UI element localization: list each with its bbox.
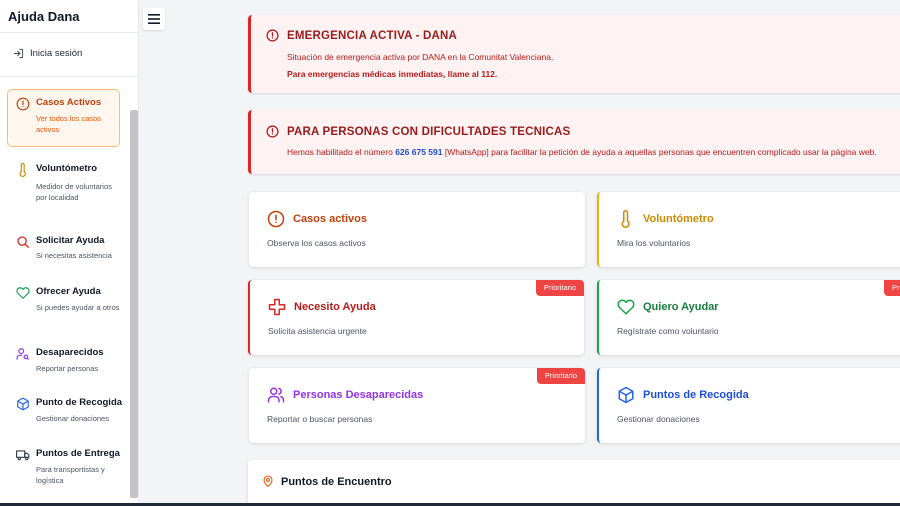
priority-badge: Prioritario [884, 280, 900, 296]
sidebar-item-label: Ofrecer Ayuda [36, 286, 101, 297]
sidebar-item-desc: Reportar personas [36, 364, 99, 373]
sidebar-item-puntos-de-entrega[interactable]: Puntos de Entrega Para transportistas y … [16, 447, 124, 486]
card-desc: Regístrate como voluntario [617, 326, 719, 336]
hamburger-icon [148, 14, 160, 24]
sidebar-scrollbar[interactable] [130, 110, 138, 498]
sidebar-item-desc: Ver todos los casos activos [36, 114, 102, 134]
truck-icon [16, 450, 30, 461]
plus-cross-icon [268, 298, 286, 316]
alert-circle-icon [267, 210, 285, 228]
priority-badge: Prioritario [535, 280, 584, 296]
alert-title: EMERGENCIA ACTIVA - DANA [287, 30, 458, 42]
sidebar-item-label: Desaparecidos [36, 347, 104, 358]
sidebar-divider [0, 76, 138, 77]
map-pin-icon [263, 475, 273, 488]
card-title: Quiero Ayudar [643, 301, 719, 313]
card-title: Necesito Ayuda [294, 301, 376, 313]
alert-emergency-number: Para emergencias médicas inmediatas, lla… [287, 69, 498, 79]
package-icon [17, 397, 29, 411]
card-desc: Solicita asistencia urgente [268, 326, 367, 336]
heart-icon [617, 299, 635, 315]
alert-circle-icon [266, 29, 279, 42]
section-title: Puntos de Encuentro [281, 476, 392, 488]
search-icon [17, 236, 29, 248]
heart-icon [16, 287, 30, 299]
sidebar-item-label: Punto de Recogida [36, 397, 123, 408]
card-quiero-ayudar[interactable]: Quiero Ayudar Regístrate como voluntario… [597, 280, 900, 355]
sidebar-item-casos-activos[interactable]: Casos Activos Ver todos los casos activo… [16, 96, 124, 135]
card-title: Casos activos [293, 213, 367, 225]
sidebar-item-desc: Para transportistas y logística [36, 465, 105, 485]
menu-toggle-button[interactable] [143, 8, 165, 30]
alert-text-after: [WhatsApp] para facilitar la petición de… [442, 147, 877, 157]
sidebar-item-ofrecer-ayuda[interactable]: Ofrecer Ayuda Si puedes ayudar a otros [16, 285, 124, 313]
alert-text-before: Hemos habilitado el número [287, 147, 396, 157]
package-icon [618, 386, 634, 404]
thermometer-icon [621, 210, 630, 228]
users-icon [267, 387, 285, 403]
app-title: Ajuda Dana [0, 0, 138, 33]
alert-title: PARA PERSONAS CON DIFICULTADES TECNICAS [287, 126, 571, 138]
technical-difficulties-alert: PARA PERSONAS CON DIFICULTADES TECNICAS … [248, 110, 900, 174]
sidebar-item-solicitar-ayuda[interactable]: Solicitar Ayuda Si necesitas asistencia [16, 234, 124, 261]
card-desc: Reportar o buscar personas [267, 414, 373, 424]
login-label: Inicia sesión [30, 48, 83, 59]
card-puntos-de-recogida[interactable]: Puntos de Recogida Gestionar donaciones [597, 368, 900, 443]
card-casos-activos[interactable]: Casos activos Observa los casos activos [249, 192, 585, 267]
sidebar-item-label: Solicitar Ayuda [36, 235, 105, 246]
card-necesito-ayuda[interactable]: Necesito Ayuda Solicita asistencia urgen… [248, 280, 584, 355]
card-desc: Observa los casos activos [267, 238, 366, 248]
emergency-alert: EMERGENCIA ACTIVA - DANA Situación de em… [248, 15, 900, 93]
card-title: Puntos de Recogida [643, 389, 749, 401]
sidebar-item-desaparecidos[interactable]: Desaparecidos Reportar personas [16, 346, 124, 374]
sidebar-item-punto-de-recogida[interactable]: Punto de Recogida Gestionar donaciones [16, 396, 124, 424]
sidebar-item-desc: Medidor de voluntarios por localidad [36, 182, 112, 202]
sidebar-item-desc: Si necesitas asistencia [36, 251, 112, 260]
whatsapp-phone-number[interactable]: 626 675 591 [395, 147, 442, 157]
alert-circle-icon [16, 97, 30, 111]
thermometer-icon [19, 163, 26, 177]
card-title: Voluntómetro [643, 213, 714, 225]
sidebar-item-voluntometro[interactable]: Voluntómetro Medidor de voluntarios por … [16, 162, 124, 203]
sidebar-item-desc: Si puedes ayudar a otros [36, 303, 120, 312]
login-icon [13, 48, 24, 59]
alert-text: Situación de emergencia activa por DANA … [287, 52, 554, 62]
card-title: Personas Desaparecidas [293, 389, 424, 401]
login-link[interactable]: Inicia sesión [13, 48, 82, 59]
card-personas-desaparecidas[interactable]: Personas Desaparecidas Reportar o buscar… [249, 368, 585, 443]
card-desc: Mira los voluntarios [617, 238, 691, 248]
priority-badge: Prioritario [536, 368, 585, 384]
sidebar-item-label: Voluntómetro [36, 163, 98, 174]
user-search-icon [16, 348, 29, 360]
card-voluntometro[interactable]: Voluntómetro Mira los voluntarios [597, 192, 900, 267]
alert-text: Hemos habilitado el número 626 675 591 [… [287, 147, 877, 157]
card-desc: Gestionar donaciones [617, 414, 700, 424]
alert-circle-icon [266, 125, 279, 138]
sidebar: Ajuda Dana Inicia sesión Casos Activos V… [0, 0, 139, 506]
sidebar-item-label: Casos Activos [36, 97, 102, 108]
sidebar-item-desc: Gestionar donaciones [36, 414, 109, 423]
sidebar-item-label: Puntos de Entrega [36, 448, 120, 459]
puntos-de-encuentro-section: Puntos de Encuentro [248, 460, 900, 506]
